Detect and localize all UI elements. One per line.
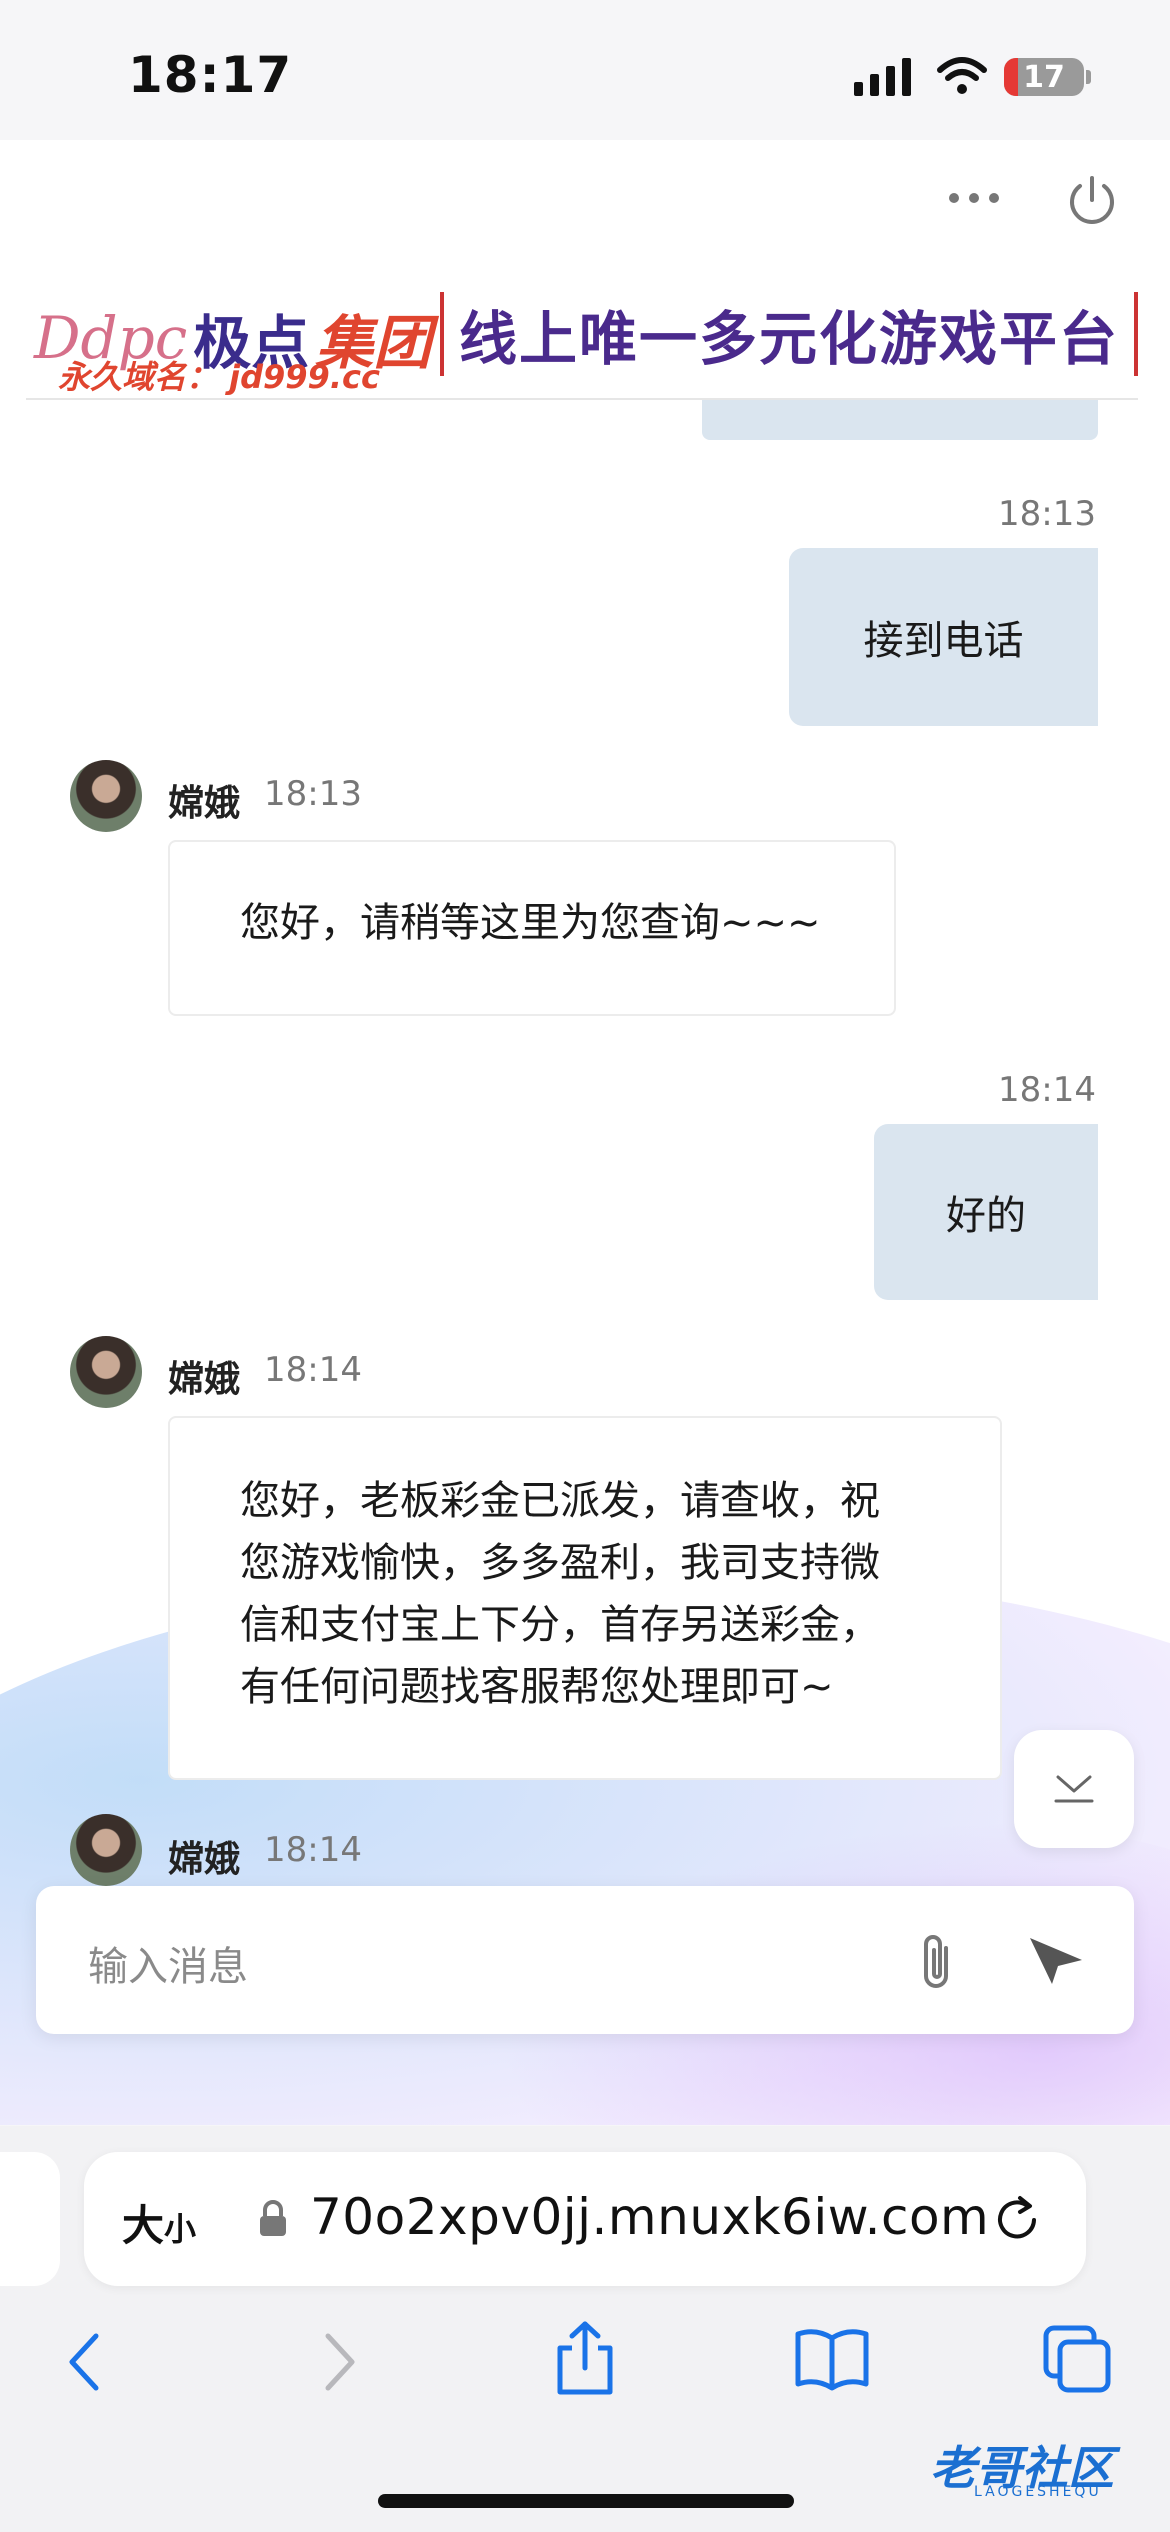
banner-slogan: 线上唯一多元化游戏平台: [440, 292, 1138, 376]
message-line: 信和支付宝上下分，首存另送彩金，: [240, 1602, 880, 1648]
outgoing-message: 好的: [874, 1124, 1098, 1300]
text-size-button[interactable]: 大小: [122, 2192, 196, 2253]
status-time: 18:17: [128, 46, 293, 104]
message-line: 您游戏愉快，多多盈利，我司支持微: [240, 1540, 880, 1586]
outgoing-message: 接到电话: [789, 548, 1098, 726]
battery-indicator: 17: [1004, 58, 1084, 96]
chevron-down-icon: [1054, 1775, 1094, 1803]
share-icon[interactable]: [550, 2318, 620, 2398]
banner-domain: 永久域名： jd999.cc: [58, 358, 380, 396]
back-icon[interactable]: [62, 2330, 106, 2394]
scroll-to-bottom-button[interactable]: [1014, 1730, 1134, 1848]
reload-icon[interactable]: [990, 2192, 1044, 2246]
message-time: 18:14: [998, 1070, 1096, 1110]
message-composer: 输入消息: [36, 1886, 1134, 2034]
url-text[interactable]: 70o2xpv0jj.mnuxk6iw.com: [310, 2188, 989, 2246]
message-time: 18:13: [998, 494, 1096, 534]
incoming-message: 您好，老板彩金已派发，请查收，祝 您游戏愉快，多多盈利，我司支持微 信和支付宝上…: [168, 1416, 1002, 1780]
sender-name: 嫦娥: [168, 1839, 241, 1880]
message-time: 18:13: [264, 774, 362, 814]
tabs-icon[interactable]: [1042, 2324, 1114, 2394]
paperclip-icon[interactable]: [912, 1930, 960, 1994]
lock-icon: [260, 2200, 286, 2236]
address-bar[interactable]: 大小 70o2xpv0jj.mnuxk6iw.com: [84, 2152, 1086, 2286]
message-line: 有任何问题找客服帮您处理即可~: [240, 1664, 834, 1710]
message-input[interactable]: 输入消息: [88, 1934, 248, 1992]
cellular-signal-icon: [854, 58, 911, 96]
avatar: [70, 1814, 142, 1886]
wifi-icon: [937, 57, 987, 94]
message-line: 您好，老板彩金已派发，请查收，祝: [240, 1478, 880, 1524]
sender-name: 嫦娥: [168, 1359, 241, 1400]
forward-icon[interactable]: [318, 2330, 362, 2394]
avatar: [70, 1336, 142, 1408]
incoming-message: 您好，请稍等这里为您查询~~~: [168, 840, 896, 1016]
battery-tip: [1086, 70, 1091, 84]
message-time: 18:14: [264, 1830, 362, 1870]
previous-tab-peek[interactable]: [0, 2152, 60, 2286]
power-icon[interactable]: [1064, 172, 1120, 228]
bookmarks-icon[interactable]: [794, 2326, 870, 2392]
watermark-subtext: LAOGESHEQU: [974, 2484, 1102, 2500]
send-icon[interactable]: [1026, 1932, 1086, 1988]
home-indicator: [378, 2494, 794, 2508]
more-options-icon[interactable]: [948, 186, 1000, 210]
message-time: 18:14: [264, 1350, 362, 1390]
avatar: [70, 760, 142, 832]
sender-name: 嫦娥: [168, 783, 241, 824]
